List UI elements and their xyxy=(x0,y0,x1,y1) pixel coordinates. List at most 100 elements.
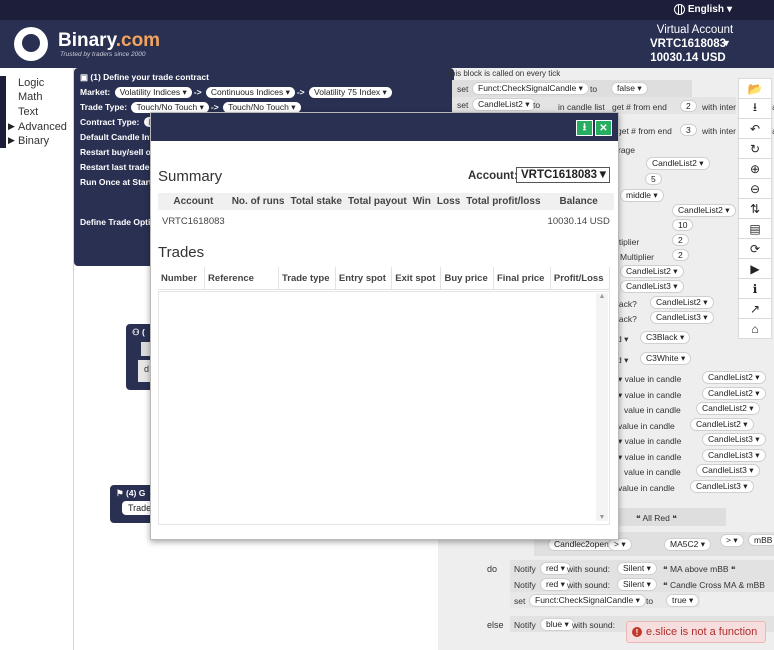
ma-dropdown[interactable]: MA5C2 ▾ xyxy=(664,538,711,551)
trades-header: Entry spot xyxy=(335,267,393,290)
chart-icon[interactable]: ↗ xyxy=(738,298,772,319)
blockly-toolbox xyxy=(0,68,74,650)
bool-dropdown[interactable]: false ▾ xyxy=(611,82,648,95)
summary-cell xyxy=(229,210,288,232)
candlelist-dropdown[interactable]: CandleList2 ▾ xyxy=(702,371,766,384)
zoom-out-icon[interactable]: ⊖ xyxy=(738,178,772,199)
submarket-dropdown[interactable]: Continuous Indices ▾ xyxy=(205,87,295,98)
error-toast[interactable]: ! e.slice is not a function xyxy=(626,621,766,643)
summary-cell xyxy=(345,210,410,232)
candlelist-dropdown[interactable]: CandleList3 ▾ xyxy=(696,464,760,477)
market-dropdown[interactable]: Volatility Indices ▾ xyxy=(114,87,192,98)
account-select[interactable]: VRTC1618083 ▼ xyxy=(516,167,610,183)
toolbox-item-math[interactable]: Math xyxy=(18,91,42,103)
toolbox-item-advanced[interactable]: Advanced xyxy=(18,121,67,133)
table-row: VRTC1618083 10030.14 USD xyxy=(158,210,614,232)
set-label: set xyxy=(514,596,526,606)
globe-icon xyxy=(673,4,685,15)
candlelist-dropdown[interactable]: CandleList2 ▾ xyxy=(696,402,760,415)
language-selector[interactable]: English ▾ xyxy=(673,4,732,15)
sound-label: with sound: xyxy=(567,564,610,574)
summary-cell xyxy=(287,210,345,232)
c3black-dropdown[interactable]: C3Black ▾ xyxy=(640,331,691,344)
trades-header: Profit/Loss xyxy=(550,267,611,290)
account-chevron-icon[interactable]: ▼ xyxy=(722,38,731,48)
market-row: Market: Volatility Indices ▾ -> Continuou… xyxy=(80,87,394,98)
number-field[interactable]: 2 xyxy=(680,100,697,112)
download-icon[interactable]: ⭳ xyxy=(738,98,772,119)
to-label: to xyxy=(590,84,598,94)
play-icon[interactable]: ▶ xyxy=(738,258,772,279)
summary-cell xyxy=(410,210,434,232)
variable-dropdown[interactable]: CandleList2 ▾ xyxy=(472,98,536,111)
number-field[interactable]: 2 xyxy=(672,234,689,246)
toolbox-category-edge xyxy=(0,76,6,148)
file-icon[interactable]: ▤ xyxy=(738,218,772,239)
sound-dropdown[interactable]: Silent ▾ xyxy=(617,578,657,591)
notify-label: Notify xyxy=(514,564,536,574)
number-field[interactable]: 10 xyxy=(672,219,694,231)
undo-icon[interactable]: ↶ xyxy=(738,118,772,139)
number-field[interactable]: 3 xyxy=(680,124,697,136)
all-red-text: ❝ All Red ❝ xyxy=(636,513,677,523)
trades-table-body[interactable] xyxy=(158,291,610,525)
dialog-header xyxy=(151,113,618,141)
in-candle-list-label: in candle list xyxy=(558,102,605,112)
tick-comment: This block is called on every tick xyxy=(446,69,561,78)
set-label: set xyxy=(457,84,469,94)
number-field[interactable]: 5 xyxy=(645,173,662,185)
refresh-icon[interactable]: ⟳ xyxy=(738,238,772,259)
operator-dropdown[interactable]: > ▾ xyxy=(720,534,744,547)
symbol-dropdown[interactable]: Volatility 75 Index ▾ xyxy=(309,87,392,98)
summary-cell xyxy=(463,210,543,232)
band-dropdown[interactable]: middle ▾ xyxy=(620,189,664,202)
toolbox-item-logic[interactable]: Logic xyxy=(18,77,44,89)
candlelist-dropdown[interactable]: CandleList2 ▾ xyxy=(646,157,710,170)
variable-dropdown[interactable]: Funct:CheckSignalCandle ▾ xyxy=(472,82,589,95)
sort-icon[interactable]: ⇅ xyxy=(738,198,772,219)
mbb-dropdown[interactable]: mBB xyxy=(748,534,774,546)
candlelist-dropdown[interactable]: CandleList2 ▾ xyxy=(690,418,754,431)
number-field[interactable]: 2 xyxy=(672,249,689,261)
color-dropdown[interactable]: blue ▾ xyxy=(540,618,575,631)
redo-icon[interactable]: ↻ xyxy=(738,138,772,159)
variable-dropdown[interactable]: Funct:CheckSignalCandle ▾ xyxy=(529,594,646,607)
candlelist-dropdown[interactable]: CandleList2 ▾ xyxy=(620,265,684,278)
download-icon[interactable]: ⭳ xyxy=(576,120,593,136)
bool-dropdown[interactable]: true ▾ xyxy=(666,594,700,607)
summary-header: Total payout xyxy=(344,193,410,210)
candlelist-dropdown[interactable]: CandleList2 ▾ xyxy=(702,387,766,400)
summary-cell: 10030.14 USD xyxy=(547,215,610,227)
restart-last-row: Restart last trade o xyxy=(80,162,157,172)
summary-cell: VRTC1618083 xyxy=(162,215,225,227)
info-icon[interactable]: ℹ xyxy=(738,278,772,299)
candlelist-dropdown[interactable]: CandleList3 ▾ xyxy=(702,449,766,462)
sound-dropdown[interactable]: Silent ▾ xyxy=(617,562,657,575)
account-select-value: VRTC1618083 xyxy=(521,169,598,181)
candlelist-dropdown[interactable]: CandleList3 ▾ xyxy=(702,433,766,446)
logo-mark xyxy=(22,34,40,52)
value-in-candle-row: ▾ value in candle xyxy=(618,452,682,462)
close-icon[interactable]: ✕ xyxy=(595,120,612,136)
interval-label: with inter xyxy=(702,102,737,112)
brand-name[interactable]: Binary.com xyxy=(58,30,160,52)
folder-open-icon[interactable]: 📂 xyxy=(738,78,772,99)
chevron-down-icon: ▾ xyxy=(726,4,732,15)
trades-title: Trades xyxy=(158,244,205,261)
scroll-up-icon[interactable]: ▲ xyxy=(596,293,608,300)
trades-table: Number Reference Trade type Entry spot E… xyxy=(158,267,611,290)
expand-arrow-icon[interactable]: ▶ xyxy=(8,121,15,132)
c3white-dropdown[interactable]: C3White ▾ xyxy=(640,352,692,365)
candlelist-dropdown[interactable]: CandleList3 ▾ xyxy=(690,480,754,493)
candlelist-dropdown[interactable]: CandleList3 ▾ xyxy=(650,311,714,324)
toolbox-item-binary[interactable]: Binary xyxy=(18,135,49,147)
candlelist-dropdown[interactable]: CandleList2 ▾ xyxy=(650,296,714,309)
toolbox-item-text[interactable]: Text xyxy=(18,106,38,118)
bank-icon[interactable]: ⌂ xyxy=(738,318,772,339)
expand-arrow-icon[interactable]: ▶ xyxy=(8,135,15,146)
trades-scrollbar[interactable]: ▲ ▼ xyxy=(596,293,608,521)
scroll-down-icon[interactable]: ▼ xyxy=(596,514,608,521)
zoom-in-icon[interactable]: ⊕ xyxy=(738,158,772,179)
candlelist-dropdown[interactable]: CandleList2 ▾ xyxy=(672,204,736,217)
candlelist-dropdown[interactable]: CandleList3 ▾ xyxy=(620,280,684,293)
